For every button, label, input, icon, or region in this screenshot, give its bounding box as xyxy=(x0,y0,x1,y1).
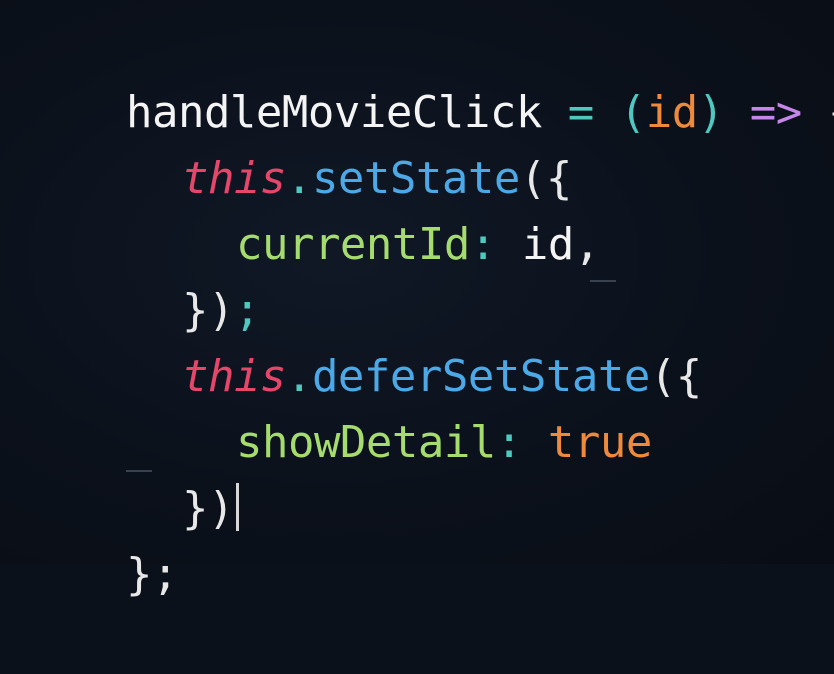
code-line-2[interactable]: this.setState({ xyxy=(22,80,834,204)
code-line-7[interactable]: }) xyxy=(22,410,834,534)
close-brace: } xyxy=(125,549,153,600)
semicolon: ; xyxy=(151,549,179,600)
code-line-1[interactable]: handleMovieClick = (id) => { xyxy=(22,14,834,138)
code-line-6[interactable]: showDetail: true xyxy=(22,344,834,468)
code-line-4[interactable]: }); xyxy=(22,212,834,336)
code-line-5[interactable]: this.deferSetState({ xyxy=(22,278,834,402)
code-editor[interactable]: handleMovieClick = (id) => { this.setSta… xyxy=(0,0,834,600)
code-line-3[interactable]: currentId: id, xyxy=(22,146,834,270)
bracket-match-underline xyxy=(590,280,616,282)
code-line-8[interactable]: }; xyxy=(22,476,834,600)
bracket-match-underline xyxy=(126,470,152,472)
